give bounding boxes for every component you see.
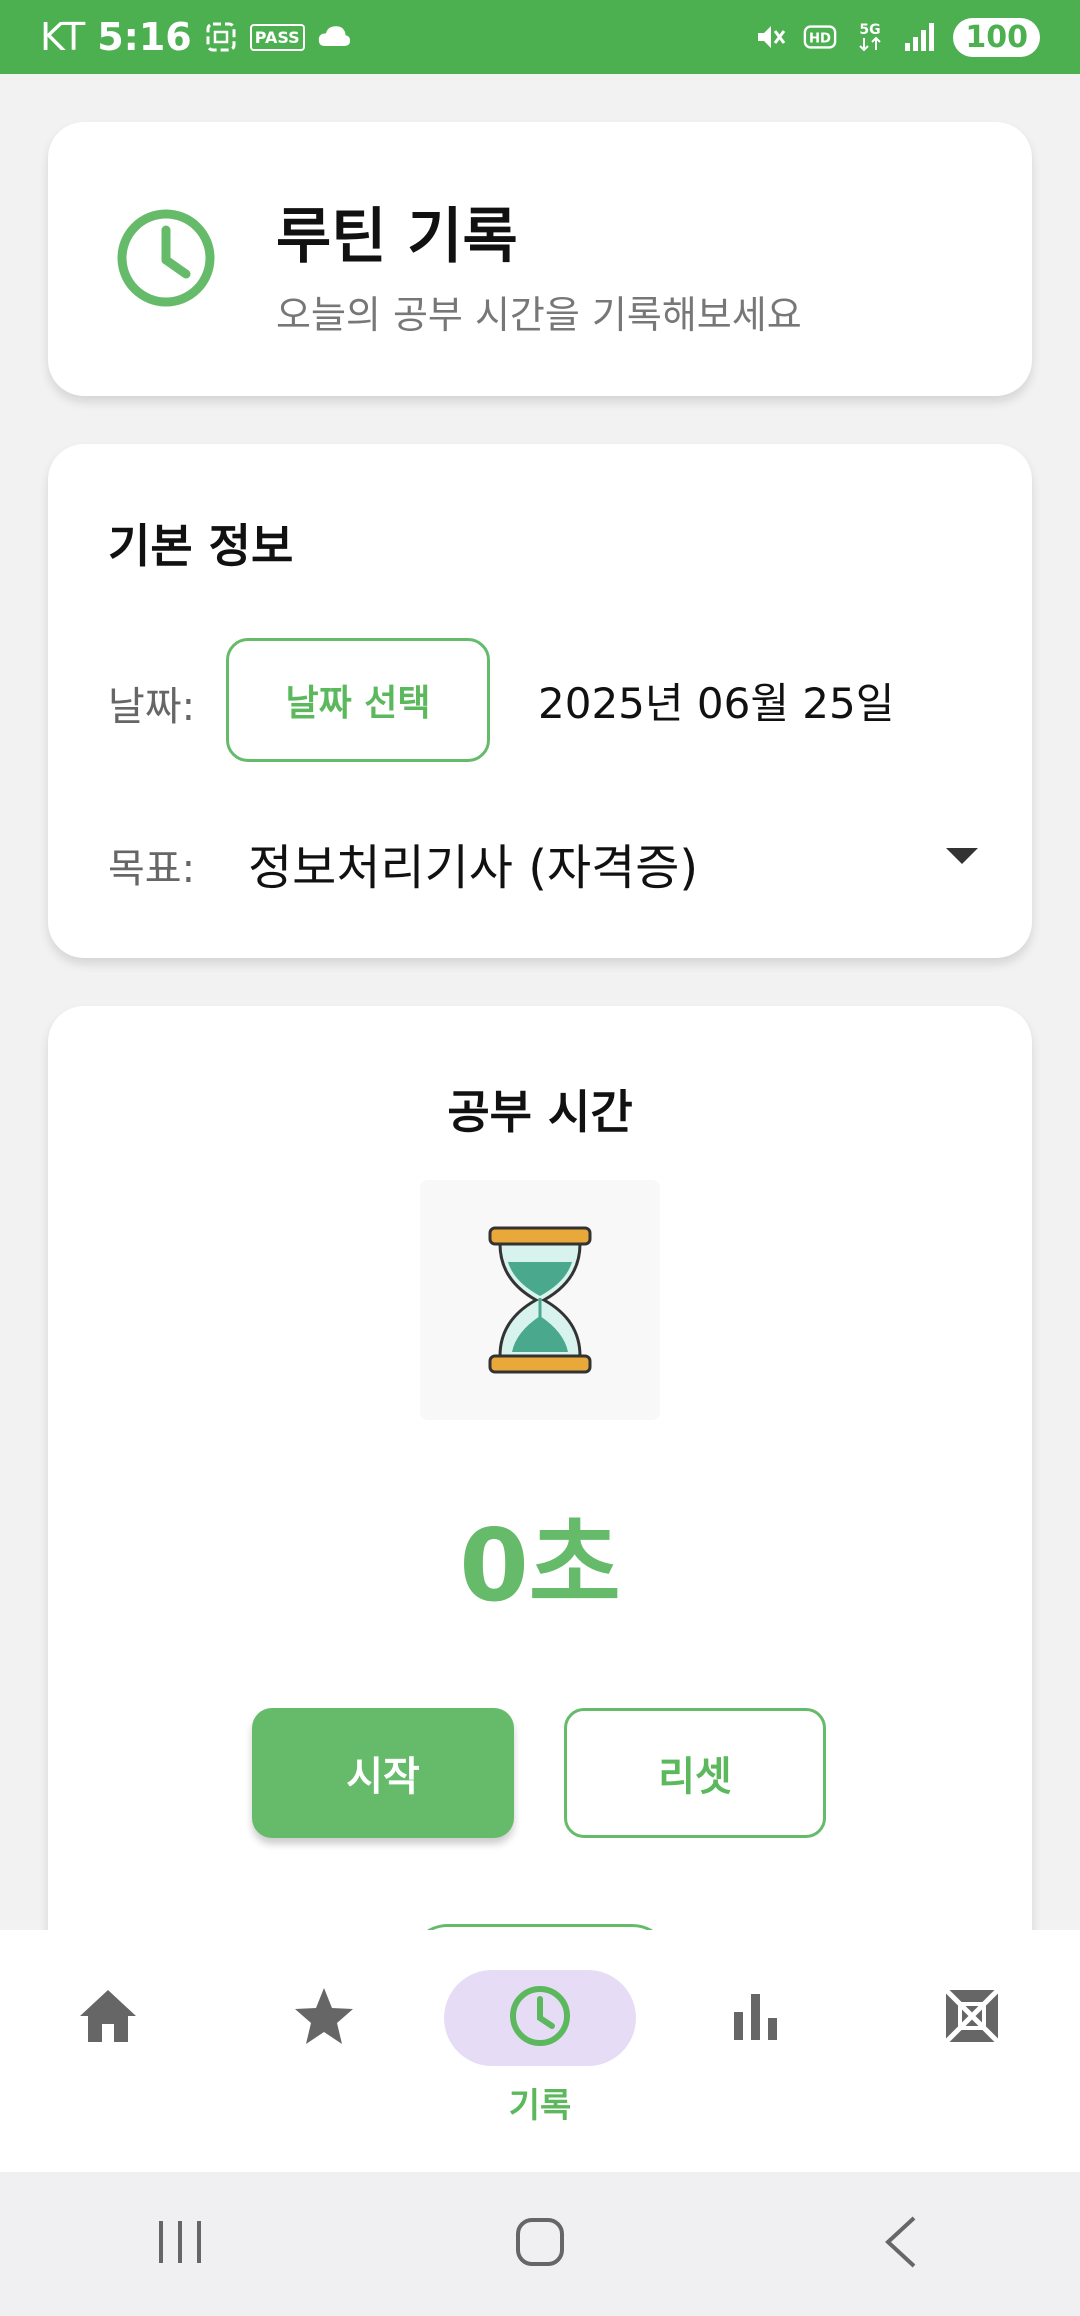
basic-info-card: 기본 정보 날짜: 날짜 선택 2025년 06월 25일 목표: 정보처리기사… (48, 444, 1032, 958)
date-label: 날짜: (108, 684, 196, 730)
bar-chart-icon (728, 1988, 784, 2048)
star-icon (292, 1985, 356, 2051)
svg-text:5G: 5G (860, 22, 881, 38)
timer-display: 0초 (459, 1507, 621, 1624)
study-time-card: 공부 시간 0초 시작 리셋 (48, 1006, 1032, 2044)
page-title: 루틴 기록 (276, 202, 518, 272)
nav-stats[interactable] (648, 1930, 864, 2172)
dropdown-caret-icon (946, 848, 978, 864)
goal-label: 목표: (108, 846, 196, 892)
start-button[interactable]: 시작 (252, 1708, 514, 1838)
nav-more[interactable] (864, 1930, 1080, 2172)
recent-apps-icon (155, 2217, 205, 2271)
home-button[interactable] (480, 2204, 600, 2284)
clock-icon (116, 208, 216, 308)
signal-icon (903, 20, 937, 54)
nav-favorites[interactable] (216, 1930, 432, 2172)
reset-button[interactable]: 리셋 (564, 1708, 826, 1838)
status-right: HD 5G 100 (753, 17, 1040, 57)
mute-icon (753, 20, 787, 54)
nav-icon-container (660, 1970, 852, 2066)
hd-icon: HD (803, 20, 837, 54)
status-left: KT 5:16 PASS (40, 15, 351, 59)
screenshot-icon (204, 20, 238, 54)
goal-selected-value: 정보처리기사 (자격증) (248, 840, 699, 896)
header-card: 루틴 기록 오늘의 공부 시간을 기록해보세요 (48, 122, 1032, 396)
nav-icon-container (876, 1970, 1068, 2066)
date-value: 2025년 06월 25일 (538, 679, 895, 728)
bottom-navigation: 기록 (0, 1930, 1080, 2172)
recent-apps-button[interactable] (120, 2204, 240, 2284)
status-bar: KT 5:16 PASS HD 5G 100 (0, 0, 1080, 74)
cloud-icon (317, 20, 351, 54)
nav-label-record: 기록 (508, 2086, 572, 2126)
home-circle-icon (515, 2217, 565, 2271)
nav-home[interactable] (0, 1930, 216, 2172)
home-icon (76, 1986, 140, 2050)
nav-icon-container (228, 1970, 420, 2066)
back-button[interactable] (840, 2204, 960, 2284)
nav-icon-container (12, 1970, 204, 2066)
date-select-button[interactable]: 날짜 선택 (226, 638, 490, 762)
5g-icon: 5G (853, 20, 887, 54)
svg-text:HD: HD (809, 32, 831, 47)
back-icon (880, 2214, 920, 2274)
battery-level: 100 (953, 17, 1040, 57)
page-subtitle: 오늘의 공부 시간을 기록해보세요 (276, 293, 802, 337)
system-navigation-bar (0, 2172, 1080, 2316)
nav-active-pill (444, 1970, 636, 2066)
section-title: 공부 시간 (447, 1085, 633, 1139)
hourglass-icon (420, 1180, 660, 1420)
grid-icon (942, 1986, 1002, 2050)
section-title: 기본 정보 (108, 519, 294, 573)
pass-icon: PASS (249, 23, 305, 51)
status-time: 5:16 (97, 15, 192, 59)
goal-dropdown[interactable]: 정보처리기사 (자격증) (248, 828, 978, 896)
carrier-name: KT (40, 15, 86, 59)
nav-record[interactable]: 기록 (432, 1930, 648, 2172)
clock-icon (508, 1984, 572, 2052)
